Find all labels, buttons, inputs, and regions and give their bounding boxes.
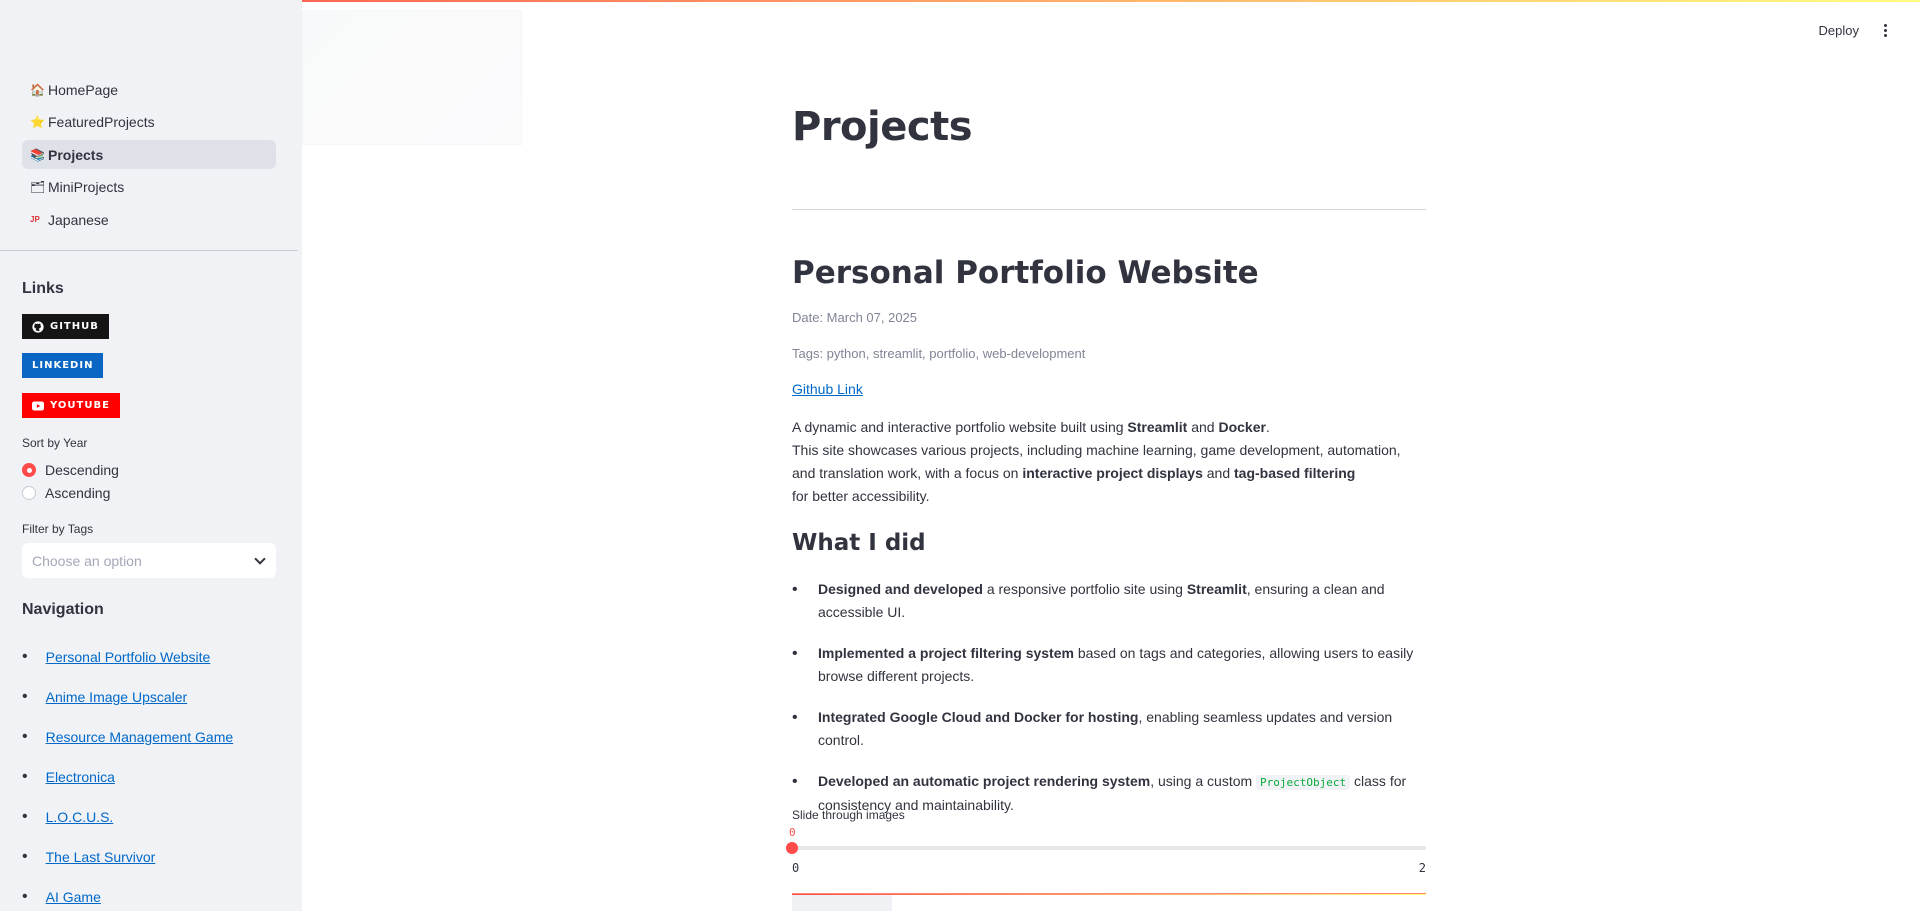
nav-link-ai-game[interactable]: AI Game — [46, 889, 101, 905]
page-nav-item-miniprojects[interactable]: 🗂 MiniProjects — [22, 173, 276, 202]
list-item: AI Game — [22, 877, 233, 911]
background-image-ghost — [302, 10, 522, 145]
slider-max: 2 — [1418, 861, 1426, 875]
radio-selected[interactable] — [22, 463, 36, 477]
navigation-heading: Navigation — [22, 601, 104, 618]
kebab-menu-icon[interactable] — [1884, 23, 1887, 38]
github-badge[interactable]: GITHUB — [22, 314, 109, 339]
filter-label: Filter by Tags — [22, 522, 94, 536]
github-icon — [32, 320, 44, 333]
bullet-text: a responsive portfolio site using — [982, 581, 1187, 597]
tag-filter-select[interactable]: Choose an option — [22, 543, 276, 578]
list-item: Implemented a project filtering system b… — [792, 642, 1426, 688]
linkedin-badge-label: LINKEDIN — [32, 360, 94, 371]
nav-link-anime-upscaler[interactable]: Anime Image Upscaler — [46, 689, 188, 705]
radio-label: Descending — [45, 462, 119, 478]
bullet-bold: Designed and developed — [818, 581, 983, 597]
bullet-bold: Implemented a project filtering system — [818, 645, 1074, 661]
list-item: The Last Survivor — [22, 837, 233, 877]
page-title: Projects — [792, 104, 973, 150]
page-nav-item-featuredprojects[interactable]: ⭐ FeaturedProjects — [22, 108, 276, 137]
bullet-bold: Streamlit — [1186, 581, 1247, 597]
deploy-button[interactable]: Deploy — [1819, 23, 1859, 38]
list-item: Resource Management Game — [22, 717, 234, 757]
list-item: Anime Image Upscaler — [22, 677, 233, 717]
image-slider-track[interactable] — [792, 846, 1426, 850]
desc-bold: tag-based filtering — [1234, 465, 1356, 481]
house-icon: 🏠 — [30, 82, 45, 97]
youtube-icon — [32, 401, 44, 410]
sort-label: Sort by Year — [22, 436, 88, 450]
project-title: Personal Portfolio Website — [792, 255, 1259, 291]
desc-text: This site showcases various projects, in… — [792, 442, 1401, 458]
page-nav-label: HomePage — [48, 81, 119, 98]
github-link[interactable]: Github Link — [792, 381, 863, 397]
radio-unselected[interactable] — [22, 486, 36, 500]
sort-ascending-option[interactable]: Ascending — [22, 485, 110, 501]
slider-value: 0 — [789, 826, 796, 839]
navigation-list: Personal Portfolio Website Anime Image U… — [22, 637, 234, 911]
slider-min: 0 — [792, 861, 800, 875]
desc-text: for better accessibility. — [792, 488, 930, 504]
bullet-text: , using a custom — [1150, 773, 1257, 789]
desc-bold: Docker — [1218, 419, 1266, 435]
tag-filter-placeholder: Choose an option — [32, 552, 142, 569]
bullet-bold: Integrated Google Cloud and Docker for h… — [818, 709, 1139, 725]
app-header: Deploy — [1819, 0, 1920, 60]
sidebar: 🏠 HomePage ⭐ FeaturedProjects 📚 Projects… — [0, 0, 302, 911]
desc-text: and — [1187, 419, 1219, 435]
radio-label: Ascending — [45, 485, 111, 501]
page-nav-label: Projects — [48, 146, 104, 163]
slider-label: Slide through images — [792, 808, 905, 822]
list-item: Integrated Google Cloud and Docker for h… — [792, 706, 1426, 752]
image-slider-thumb[interactable] — [786, 842, 798, 854]
github-badge-label: GITHUB — [50, 321, 99, 332]
jp-flag-icon: JP — [30, 215, 40, 224]
page-nav: 🏠 HomePage ⭐ FeaturedProjects 📚 Projects… — [22, 75, 276, 238]
sort-descending-option[interactable]: Descending — [22, 462, 119, 478]
star-icon: ⭐ — [30, 115, 45, 129]
page-nav-label: FeaturedProjects — [48, 114, 155, 130]
folder-icon: 🗂 — [30, 180, 46, 194]
section-heading: What I did — [792, 530, 926, 556]
project-image-preview — [792, 893, 1426, 911]
bullet-bold: Developed an automatic project rendering… — [818, 773, 1151, 789]
sidebar-divider — [0, 250, 298, 251]
desc-bold: Streamlit — [1127, 419, 1188, 435]
page-nav-item-japanese[interactable]: JP Japanese — [22, 205, 276, 234]
desc-text: . — [1265, 419, 1270, 435]
books-icon: 📚 — [30, 147, 45, 162]
list-item: L.O.C.U.S. — [22, 797, 233, 837]
list-item: Electronica — [22, 757, 233, 797]
page-nav-item-homepage[interactable]: 🏠 HomePage — [22, 75, 276, 104]
list-item: Personal Portfolio Website — [22, 637, 233, 677]
list-item: Designed and developed a responsive port… — [792, 578, 1426, 624]
chevron-down-icon — [254, 552, 266, 565]
project-tags: Tags: python, streamlit, portfolio, web-… — [792, 346, 1086, 361]
nav-link-last-survivor[interactable]: The Last Survivor — [46, 849, 156, 865]
desc-text: and — [1202, 465, 1235, 481]
inline-code: ProjectObject — [1256, 775, 1351, 790]
page-nav-label: Japanese — [48, 211, 109, 228]
desc-bold: interactive project displays — [1022, 465, 1203, 481]
divider — [792, 209, 1426, 210]
nav-link-personal-portfolio[interactable]: Personal Portfolio Website — [46, 649, 211, 665]
youtube-badge-label: YOUTUBE — [50, 400, 110, 411]
youtube-badge[interactable]: YOUTUBE — [22, 393, 120, 418]
nav-link-locus[interactable]: L.O.C.U.S. — [46, 809, 114, 825]
desc-text: A dynamic and interactive portfolio webs… — [792, 419, 1128, 435]
nav-link-electronica[interactable]: Electronica — [46, 769, 115, 785]
linkedin-badge[interactable]: LINKEDIN — [22, 353, 104, 378]
page-nav-item-projects[interactable]: 📚 Projects — [22, 140, 276, 169]
accomplishments-list: Designed and developed a responsive port… — [792, 578, 1426, 835]
links-heading: Links — [22, 280, 64, 297]
page-nav-label: MiniProjects — [48, 179, 125, 195]
desc-text: and translation work, with a focus on — [792, 465, 1023, 481]
project-description: A dynamic and interactive portfolio webs… — [792, 416, 1401, 508]
project-date: Date: March 07, 2025 — [792, 310, 918, 325]
nav-link-resource-game[interactable]: Resource Management Game — [46, 729, 234, 745]
